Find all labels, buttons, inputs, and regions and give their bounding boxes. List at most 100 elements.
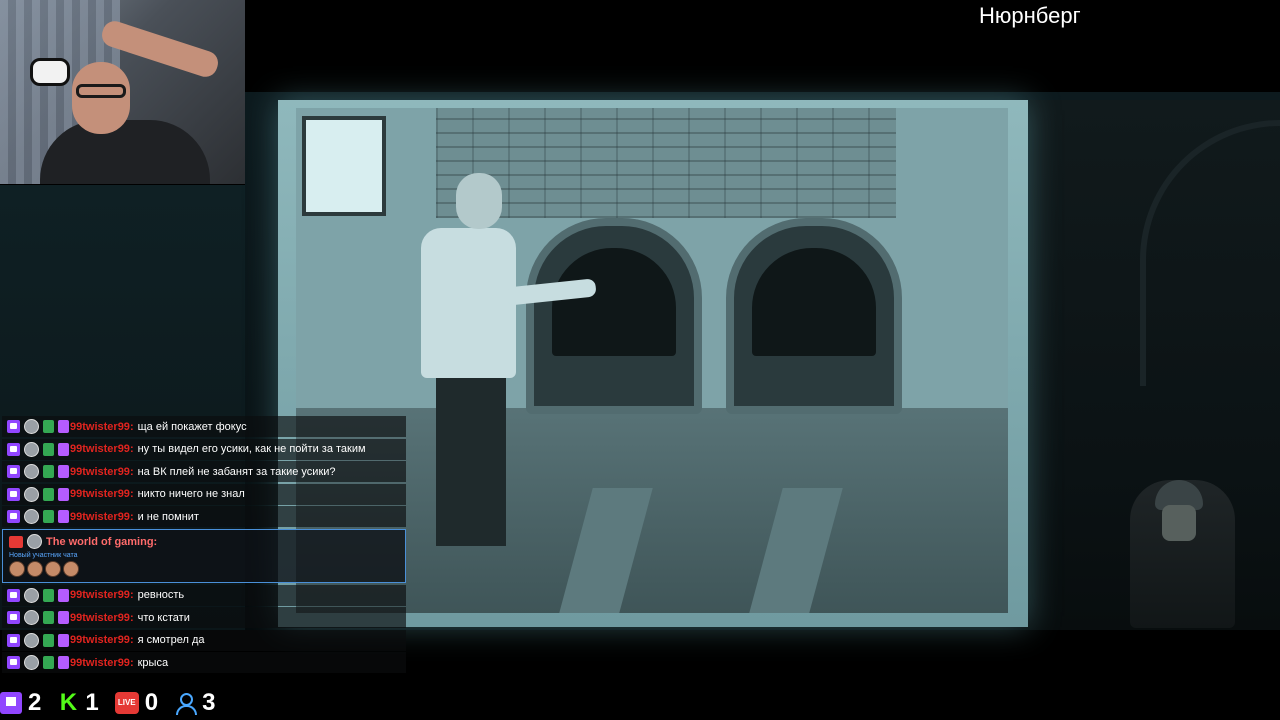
chat-username: 99twister99: [70, 656, 130, 669]
sub-badge-icon: [43, 588, 54, 602]
live-icon: LIVE: [114, 692, 139, 714]
vkplay-viewer-count: LIVE 0: [114, 689, 159, 717]
chat-colon: :: [129, 589, 134, 601]
chat-message: 99twister99: я смотрел да: [2, 629, 406, 651]
chat-colon: :: [129, 634, 134, 646]
badge-icon: [58, 656, 69, 669]
chat-colon: :: [129, 611, 134, 624]
avatar-icon: [24, 419, 39, 434]
twitch-icon: [7, 633, 20, 647]
vkplay-count: 0: [144, 689, 159, 716]
avatar-icon: [24, 587, 39, 603]
chat-username: 99twister99: [70, 465, 130, 478]
film-brick-wall: [436, 108, 896, 218]
viewers-count: 3: [202, 689, 216, 716]
badge-icon: [58, 633, 69, 647]
film-window: [302, 116, 386, 216]
badge-icon: [58, 442, 69, 456]
chat-message: 99twister99: никто ничего не знал: [2, 483, 406, 505]
twitch-icon: [0, 692, 22, 714]
twitch-icon: [7, 487, 20, 501]
chat-text: крыса: [137, 656, 169, 669]
chat-colon: :: [129, 656, 134, 669]
viewers-icon: [174, 692, 198, 715]
twitch-icon: [7, 611, 20, 624]
badge-icon: [58, 487, 69, 501]
sub-badge-icon: [43, 487, 54, 501]
chat-username: 99twister99: [70, 420, 130, 433]
badge-icon: [58, 420, 69, 433]
emote-icon: [9, 560, 25, 577]
badge-icon: [58, 588, 69, 602]
webcam-face: [72, 62, 130, 134]
avatar-icon: [24, 632, 39, 648]
microphone-icon: [30, 58, 70, 86]
soldier-face: [1162, 505, 1196, 541]
film-man-body: [421, 228, 516, 378]
chat-text: ну ты видел его усики, как не пойти за т…: [137, 443, 366, 455]
chat-text: я смотрел да: [137, 634, 205, 646]
avatar-icon: [24, 610, 39, 625]
chat-message: 99twister99: ну ты видел его усики, как …: [2, 438, 406, 460]
emote-icon: [45, 560, 61, 577]
film-man-head: [456, 173, 502, 229]
stream-frame: Нюрнберг 99twister99: ща ей покажет фоку…: [0, 0, 1280, 720]
avatar-icon: [24, 464, 39, 479]
kick-icon: K: [59, 689, 78, 716]
kick-viewer-count: K 1: [57, 689, 99, 717]
twitch-icon: [7, 420, 20, 433]
chat-text: что кстати: [137, 611, 190, 624]
chat-message: 99twister99: ревность: [2, 584, 406, 606]
webcam-overlay: [0, 0, 245, 184]
chat-message: 99twister99: ща ей покажет фокус: [2, 416, 406, 437]
badge-icon: [58, 465, 69, 478]
sub-badge-icon: [43, 442, 54, 456]
twitch-icon: [7, 588, 20, 602]
twitch-viewer-count: 2: [0, 689, 41, 717]
chat-text: ревность: [137, 589, 185, 601]
chat-username: 99twister99: [70, 488, 130, 500]
chat-colon: :: [129, 443, 134, 455]
total-viewer-count: 3: [174, 689, 215, 717]
chat-colon: :: [129, 510, 134, 523]
chat-username: 99twister99: [70, 443, 130, 455]
twitch-count: 2: [28, 689, 42, 716]
viewer-stats-bar: 2 K 1 LIVE 0 3: [0, 686, 231, 720]
chat-text: и не помнит: [137, 510, 199, 523]
badge-icon: [58, 611, 69, 624]
chat-username: 99twister99: [70, 510, 130, 523]
emote-row: [9, 560, 399, 577]
chat-username: 99twister99: [70, 634, 130, 646]
sub-badge-icon: [43, 420, 54, 433]
chat-username: 99twister99: [70, 611, 130, 624]
avatar-icon: [24, 655, 39, 670]
chat-message: 99twister99: и не помнит: [2, 506, 406, 527]
avatar-icon: [24, 486, 39, 502]
chat-message: 99twister99: что кстати: [2, 607, 406, 628]
chat-text: на ВК плей не забанят за такие усики?: [137, 465, 336, 478]
chat-overlay: 99twister99: ща ей покажет фокус 99twist…: [2, 416, 406, 675]
chat-text: ща ей покажет фокус: [137, 420, 247, 433]
film-man-legs: [436, 376, 506, 546]
film-oven-left: [526, 218, 702, 414]
chat-text: никто ничего не знал: [137, 488, 245, 500]
twitch-icon: [7, 465, 20, 478]
featured-subtitle: Новый участник чата: [9, 551, 78, 559]
twitch-icon: [7, 510, 20, 523]
sub-badge-icon: [43, 656, 54, 669]
sub-badge-icon: [43, 465, 54, 478]
webcam-shirt: [40, 120, 210, 184]
chat-message: 99twister99: крыса: [2, 652, 406, 673]
emote-icon: [27, 560, 43, 577]
twitch-icon: [7, 656, 20, 669]
chat-colon: :: [129, 488, 134, 500]
avatar-icon: [24, 441, 39, 457]
sub-badge-icon: [43, 611, 54, 624]
location-label: Нюрнберг: [979, 3, 1081, 28]
featured-username: The world of gaming:: [46, 535, 158, 548]
chat-colon: :: [129, 465, 134, 478]
emote-icon: [63, 560, 79, 577]
webcam-glasses: [76, 84, 126, 98]
film-oven-right: [726, 218, 902, 414]
chat-username: 99twister99: [70, 589, 130, 601]
